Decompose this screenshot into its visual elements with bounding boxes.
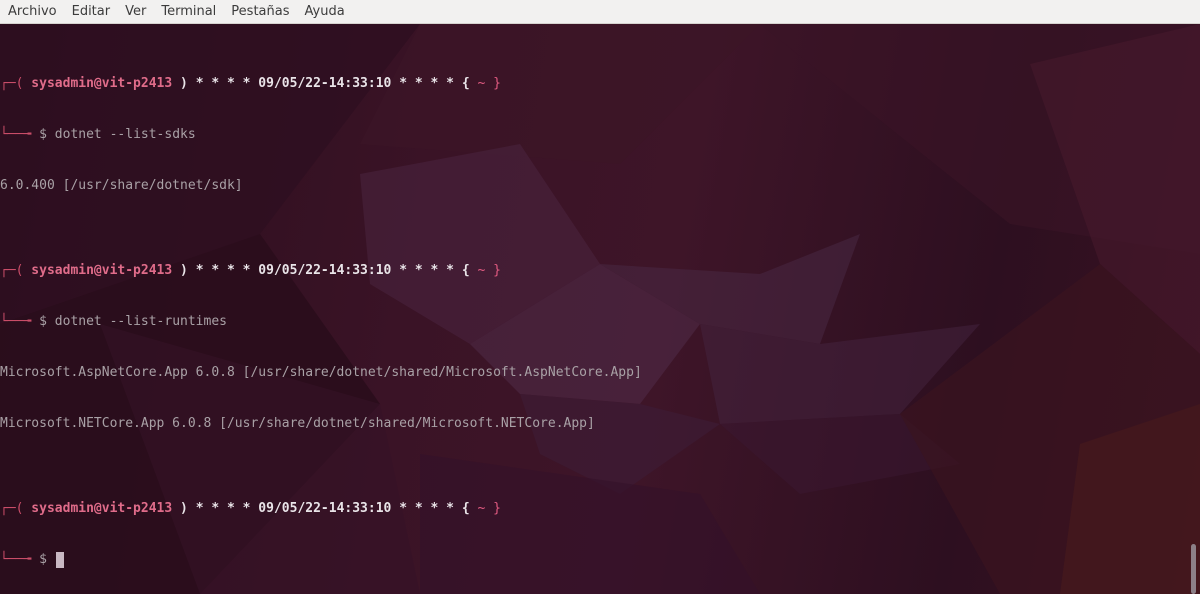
- menu-ver[interactable]: Ver: [125, 4, 146, 19]
- prompt-stars-right: * * * *: [399, 501, 454, 516]
- prompt-header: ┌─( sysadmin@vit-p2413 ) * * * * 09/05/2…: [0, 500, 1185, 517]
- terminal-output: ┌─( sysadmin@vit-p2413 ) * * * * 09/05/2…: [0, 24, 1185, 594]
- prompt-user-host: sysadmin@vit-p2413: [23, 501, 173, 516]
- prompt-stars-right: * * * *: [399, 76, 454, 91]
- prompt-symbol: $: [39, 314, 47, 329]
- prompt-brace-close: }: [485, 76, 501, 91]
- prompt-stars-left: * * * *: [195, 76, 251, 91]
- prompt-close-paren: ): [172, 263, 196, 278]
- prompt-tail: └──╼: [0, 314, 40, 329]
- prompt-symbol: $: [39, 127, 47, 142]
- menu-terminal[interactable]: Terminal: [161, 4, 216, 19]
- prompt-stars-left: * * * *: [195, 263, 251, 278]
- menu-editar[interactable]: Editar: [72, 4, 111, 19]
- menu-pestanas[interactable]: Pestañas: [231, 4, 289, 19]
- prompt-user-host: sysadmin@vit-p2413: [23, 263, 173, 278]
- prompt-box-open: ┌─(: [0, 76, 24, 91]
- prompt-user-host: sysadmin@vit-p2413: [23, 76, 173, 91]
- prompt-box-open: ┌─(: [0, 501, 24, 516]
- terminal-scrollbar[interactable]: [1185, 24, 1200, 594]
- prompt-stars-left: * * * *: [195, 501, 251, 516]
- prompt-datetime: 09/05/22-14:33:10: [250, 263, 400, 278]
- terminal-area[interactable]: ┌─( sysadmin@vit-p2413 ) * * * * 09/05/2…: [0, 24, 1200, 594]
- prompt-symbol: $: [39, 552, 47, 567]
- prompt-box-open: ┌─(: [0, 263, 24, 278]
- menu-archivo[interactable]: Archivo: [8, 4, 57, 19]
- command-text: dotnet --list-runtimes: [54, 314, 227, 329]
- command-line: └──╼ $ dotnet --list-sdks: [0, 126, 1185, 143]
- prompt-cwd: ~: [477, 76, 486, 91]
- prompt-cwd: ~: [477, 501, 486, 516]
- output-line: Microsoft.NETCore.App 6.0.8 [/usr/share/…: [0, 416, 595, 431]
- scrollbar-thumb[interactable]: [1191, 544, 1196, 594]
- prompt-datetime: 09/05/22-14:33:10: [250, 501, 400, 516]
- prompt-tail: └──╼: [0, 552, 40, 567]
- prompt-brace-open: {: [454, 76, 478, 91]
- prompt-datetime: 09/05/22-14:33:10: [250, 76, 400, 91]
- current-command-line[interactable]: └──╼ $: [0, 551, 1185, 568]
- prompt-brace-close: }: [485, 501, 501, 516]
- prompt-brace-close: }: [485, 263, 501, 278]
- prompt-brace-open: {: [454, 501, 478, 516]
- output-line: 6.0.400 [/usr/share/dotnet/sdk]: [0, 178, 243, 193]
- text-cursor: [55, 551, 64, 568]
- output-line: Microsoft.AspNetCore.App 6.0.8 [/usr/sha…: [0, 365, 642, 380]
- menu-bar: Archivo Editar Ver Terminal Pestañas Ayu…: [0, 0, 1200, 24]
- prompt-header: ┌─( sysadmin@vit-p2413 ) * * * * 09/05/2…: [0, 262, 1185, 279]
- prompt-stars-right: * * * *: [399, 263, 454, 278]
- prompt-header: ┌─( sysadmin@vit-p2413 ) * * * * 09/05/2…: [0, 75, 1185, 92]
- prompt-close-paren: ): [172, 501, 196, 516]
- prompt-brace-open: {: [454, 263, 478, 278]
- command-text: dotnet --list-sdks: [54, 127, 196, 142]
- command-line: └──╼ $ dotnet --list-runtimes: [0, 313, 1185, 330]
- menu-ayuda[interactable]: Ayuda: [305, 4, 345, 19]
- prompt-cwd: ~: [477, 263, 486, 278]
- prompt-close-paren: ): [172, 76, 196, 91]
- prompt-tail: └──╼: [0, 127, 40, 142]
